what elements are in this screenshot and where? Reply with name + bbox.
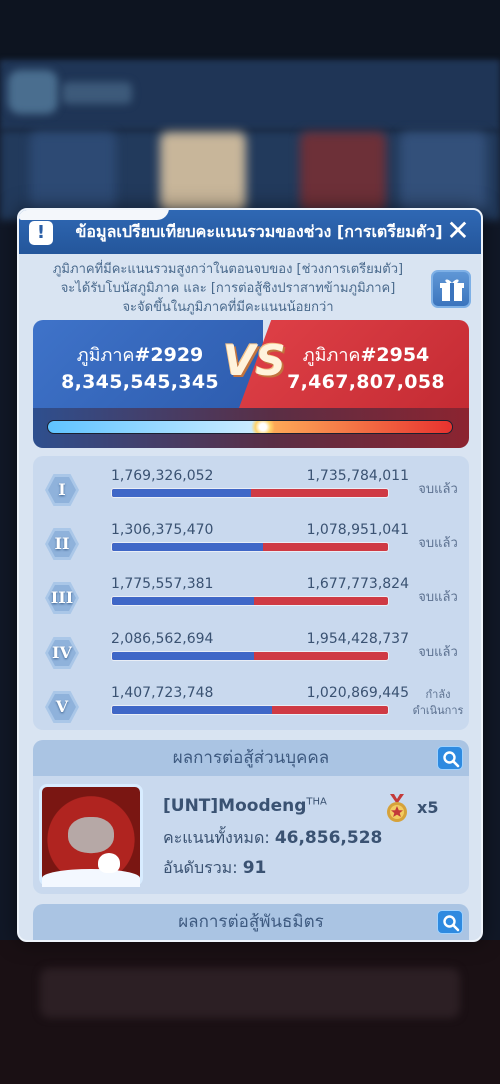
- left-region-label: ภูมิภาค: [76, 345, 135, 366]
- search-icon: [443, 915, 460, 932]
- right-share-fill: [261, 421, 452, 433]
- player-name-row: [UNT]MoodengTHA: [163, 796, 327, 816]
- vs-label: VS: [223, 336, 286, 385]
- round-row: III 1,775,557,381 1,677,773,824 จบแล้ว: [33, 574, 469, 628]
- search-icon: [443, 751, 460, 768]
- round-right-score: 1,020,869,445: [306, 685, 409, 701]
- round-left-fill: [112, 652, 255, 660]
- round-badge: V: [45, 691, 79, 723]
- round-list: I 1,769,326,052 1,735,784,011 จบแล้ว II 1,306…: [33, 456, 469, 730]
- description-line: จะได้รับโบนัสภูมิภาค และ [การต่อสู้ชิงปร…: [60, 281, 396, 296]
- round-left-fill: [112, 597, 254, 605]
- round-badge: IV: [45, 637, 79, 669]
- dialog-header: ! ข้อมูลเปรียบเทียบคะแนนรวมของช่วง [การเ…: [19, 210, 481, 254]
- round-left-score: 2,086,562,694: [111, 631, 214, 647]
- round-badge: III: [45, 582, 79, 614]
- round-comparison-bar: [111, 705, 389, 715]
- round-right-score: 1,735,784,011: [306, 468, 409, 484]
- left-region: ภูมิภาค#2929 8,345,545,345: [55, 340, 225, 393]
- player-name: [UNT]Moodeng: [163, 796, 307, 816]
- round-comparison-bar: [111, 596, 389, 606]
- player-avatar[interactable]: [39, 784, 143, 887]
- round-numeral: III: [50, 588, 74, 607]
- round-row: IV 2,086,562,694 1,954,428,737 จบแล้ว: [33, 629, 469, 683]
- rank-label: อันดับรวม:: [163, 858, 243, 877]
- left-region-number: #2929: [134, 344, 204, 366]
- round-left-score: 1,407,723,748: [111, 685, 214, 701]
- description-line: จะจัดขึ้นในภูมิภาคที่มีคะแนนน้อยกว่า: [122, 300, 334, 315]
- round-comparison-bar: [111, 488, 389, 498]
- description-line: ภูมิภาคที่มีคะแนนรวมสูงกว่าในตอนจบของ [ช…: [52, 262, 404, 277]
- right-region-number: #2954: [360, 344, 430, 366]
- versus-panel: ภูมิภาค#2929 8,345,545,345 VS ภูมิภาค#29…: [33, 320, 469, 448]
- round-status: จบแล้ว: [418, 645, 458, 660]
- round-right-score: 1,954,428,737: [306, 631, 409, 647]
- close-icon[interactable]: ✕: [445, 217, 471, 245]
- gift-button[interactable]: [431, 270, 471, 308]
- rank-value: 91: [242, 858, 267, 878]
- round-left-fill: [112, 706, 273, 714]
- round-status: จบแล้ว: [418, 536, 458, 551]
- player-total-row: คะแนนทั้งหมด: 46,856,528: [163, 826, 382, 851]
- round-left-fill: [112, 489, 252, 497]
- right-region-label: ภูมิภาค: [302, 345, 361, 366]
- round-row: II 1,306,375,470 1,078,951,041 จบแล้ว: [33, 520, 469, 574]
- player-tag: THA: [306, 796, 327, 808]
- round-left-fill: [112, 543, 264, 551]
- left-region-score: 8,345,545,345: [61, 371, 219, 393]
- individual-section-title: ผลการต่อสู้ส่วนบุคคล: [172, 748, 330, 768]
- round-row: V 1,407,723,748 1,020,869,445 กำลังดำเนินกา…: [33, 683, 469, 737]
- round-right-score: 1,677,773,824: [306, 576, 409, 592]
- comparison-dialog: ! ข้อมูลเปรียบเทียบคะแนนรวมของช่วง [การเ…: [17, 208, 483, 942]
- round-numeral: I: [58, 480, 66, 499]
- round-numeral: II: [54, 534, 70, 553]
- round-numeral: V: [55, 697, 69, 716]
- round-right-score: 1,078,951,041: [306, 522, 409, 538]
- alliance-results-section: ผลการต่อสู้พันธมิตร: [33, 904, 469, 940]
- round-left-score: 1,769,326,052: [111, 468, 214, 484]
- round-left-score: 1,775,557,381: [111, 576, 214, 592]
- right-region: ภูมิภาค#2954 7,467,807,058: [281, 340, 451, 393]
- round-badge: II: [45, 528, 79, 560]
- round-status: จบแล้ว: [418, 482, 458, 497]
- snow-decoration: [19, 210, 169, 220]
- round-badge: I: [45, 474, 79, 506]
- round-numeral: IV: [52, 643, 72, 662]
- individual-search-button[interactable]: [437, 746, 463, 770]
- warning-icon[interactable]: !: [29, 221, 53, 245]
- left-share-fill: [48, 421, 263, 433]
- alliance-search-button[interactable]: [437, 910, 463, 934]
- medal-count: x5: [417, 798, 439, 817]
- score-comparison-bar: [47, 420, 453, 434]
- round-left-score: 1,306,375,470: [111, 522, 214, 538]
- round-comparison-bar: [111, 542, 389, 552]
- round-status: จบแล้ว: [418, 590, 458, 605]
- round-row: I 1,769,326,052 1,735,784,011 จบแล้ว: [33, 466, 469, 520]
- dialog-description: ภูมิภาคที่มีคะแนนรวมสูงกว่าในตอนจบของ [ช…: [33, 260, 423, 317]
- alliance-section-title: ผลการต่อสู้พันธมิตร: [178, 912, 324, 932]
- round-comparison-bar: [111, 651, 389, 661]
- round-status: กำลังดำเนินการ: [412, 688, 464, 717]
- medal-icon: [387, 794, 407, 822]
- dialog-title: ข้อมูลเปรียบเทียบคะแนนรวมของช่วง [การเตร…: [75, 221, 443, 241]
- player-rank-row: อันดับรวม: 91: [163, 856, 266, 881]
- right-region-score: 7,467,807,058: [287, 371, 445, 393]
- total-label: คะแนนทั้งหมด:: [163, 828, 275, 847]
- gift-icon: [440, 279, 464, 301]
- individual-results-section: ผลการต่อสู้ส่วนบุคคล [UNT]MoodengTHA คะแ…: [33, 740, 469, 894]
- spark-icon: [251, 421, 275, 433]
- total-value: 46,856,528: [274, 828, 383, 848]
